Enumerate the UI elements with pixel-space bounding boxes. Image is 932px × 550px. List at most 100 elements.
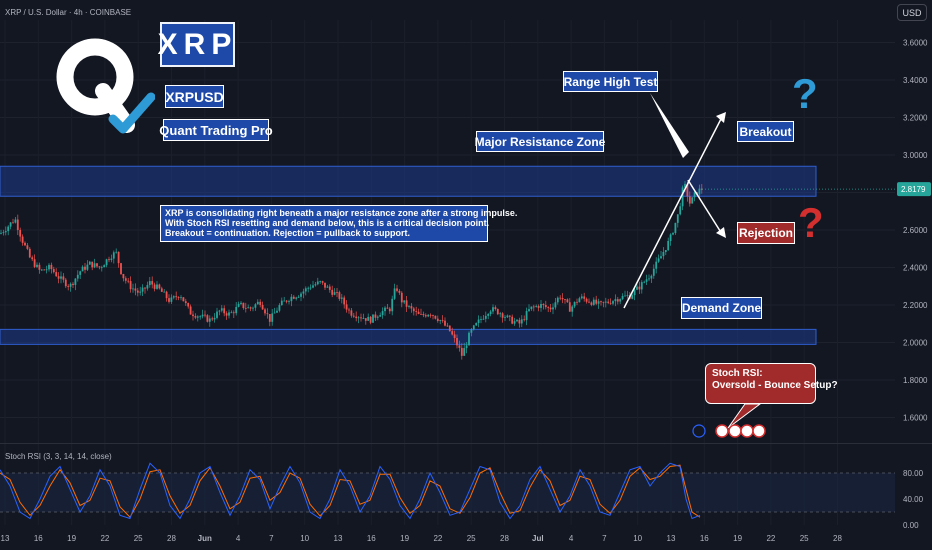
candle-body [588,301,590,303]
candle-body [643,281,646,283]
candle-body [513,321,516,324]
candle-body [636,286,638,290]
candle-body [612,301,614,304]
candle-body [220,308,223,311]
candle-body [124,278,127,281]
time-tick-label: 4 [236,534,241,543]
lightning-event-icon [692,424,706,438]
price-tick-label: 3.4000 [903,76,928,85]
candle-body [278,305,281,311]
candle-body [218,310,221,312]
candle-body [93,263,96,268]
candle-body [446,325,449,327]
time-tick-label: 22 [433,534,442,543]
candle-body [16,219,19,230]
blue-question-mark: ? [792,70,818,117]
candle-body [290,296,293,302]
candle-body [657,258,660,262]
candle-body [556,297,559,303]
candle-body [554,302,557,308]
candle-body [698,188,701,195]
range-high-pointer [650,93,689,158]
candle-body [400,292,403,303]
candle-body [489,311,492,315]
candle-body [184,301,187,304]
candle-body [249,307,252,309]
candle-body [148,281,151,286]
pane-separator [0,443,932,444]
candle-body [441,320,444,321]
candle-body [127,280,130,282]
candle-body [532,306,535,308]
candle-body [410,306,413,309]
candle-body [50,264,53,270]
callout-line: Stoch RSI: [712,368,763,379]
candle-body [470,329,473,333]
candle-body [496,309,499,315]
candle-body [201,314,204,317]
candle-body [196,316,199,318]
candle-body [388,308,391,312]
candle-body [559,297,562,299]
time-tick-label: 19 [400,534,409,543]
time-tick-label: 13 [667,534,676,543]
candle-body [134,288,137,291]
time-tick-label: 4 [569,534,574,543]
candle-body [182,297,185,302]
candle-body [355,316,358,319]
candle-body [208,318,211,322]
currency-button[interactable]: USD [897,4,927,21]
candle-body [9,222,12,227]
candle-body [600,301,602,303]
candle-body [223,308,226,314]
candle-body [374,314,377,318]
candle-body [328,286,331,290]
candle-body [26,245,29,249]
price-tick-label: 2.6000 [903,226,928,235]
candle-body [206,315,209,322]
time-tick-label: 22 [766,534,775,543]
candle-body [213,317,216,320]
candle-body [626,295,629,297]
time-tick-label: 13 [1,534,10,543]
rejection-label: Rejection [737,222,795,244]
candle-body [96,263,98,267]
candle-body [235,306,238,314]
candle-body [283,300,286,302]
time-tick-label: 16 [700,534,709,543]
candle-body [621,295,624,300]
candle-body [516,319,518,322]
breakout-arrow-line [623,116,723,309]
stoch-tick-label: 80.00 [903,469,924,478]
candle-body [525,311,528,321]
candle-body [542,304,545,306]
candle-body [674,222,677,234]
candle-body [350,310,353,316]
candle-body [619,299,622,302]
candle-body [568,302,571,312]
candle-body [326,286,329,288]
candle-body [345,304,348,310]
candle-body [216,311,218,318]
candle-body [530,306,533,310]
candle-body [98,266,101,268]
analysis-note: XRP is consolidating right beneath a maj… [160,205,518,242]
candle-body [211,318,214,320]
candle-body [321,281,324,283]
candle-body [194,316,197,318]
time-tick-label: Jul [532,534,544,543]
candle-body [484,315,487,319]
note-line: XRP is consolidating right beneath a maj… [165,208,518,218]
candle-body [268,314,271,322]
candle-body [571,306,574,312]
candle-body [631,295,634,299]
candle-body [573,301,576,307]
candle-body [254,304,257,308]
candle-body [499,313,502,315]
candle-body [273,312,276,314]
candle-body [547,307,550,308]
candle-body [429,314,432,316]
candle-body [180,297,182,299]
candle-body [225,313,228,316]
candle-body [60,276,62,279]
